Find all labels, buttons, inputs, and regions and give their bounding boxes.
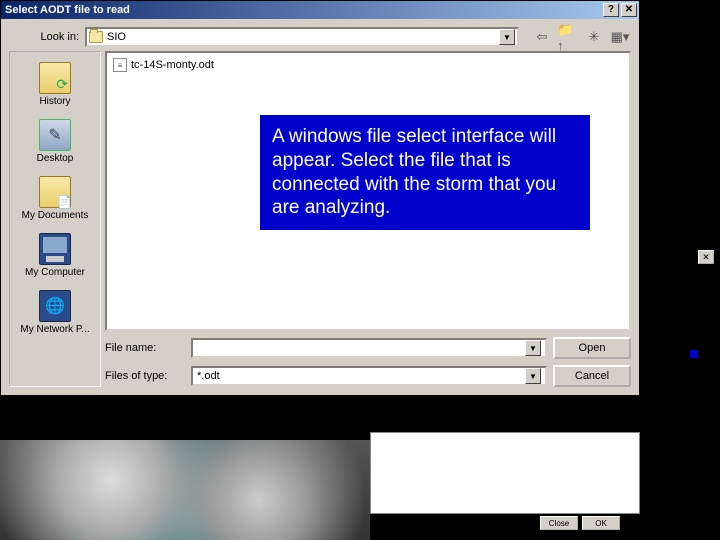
- place-desktop[interactable]: Desktop: [10, 113, 100, 170]
- filetype-value: *.odt: [197, 370, 525, 382]
- lookin-dropdown-icon[interactable]: ▼: [499, 29, 515, 45]
- secondary-buttons: Close OK: [540, 516, 620, 530]
- filename-label: File name:: [105, 342, 185, 354]
- network-places-icon: [39, 290, 71, 322]
- history-icon: [39, 62, 71, 94]
- secondary-close-button[interactable]: Close: [540, 516, 578, 530]
- filename-row: File name: ▼ Open: [105, 337, 631, 359]
- place-label: History: [39, 96, 70, 107]
- place-label: Desktop: [37, 153, 74, 164]
- satellite-image: [0, 440, 370, 540]
- back-button[interactable]: ⇦: [531, 27, 553, 47]
- lookin-combo[interactable]: SIO ▼: [85, 27, 519, 47]
- place-history[interactable]: History: [10, 56, 100, 113]
- up-one-level-button[interactable]: 📁↑: [557, 27, 579, 47]
- instruction-callout: A windows file select interface will app…: [260, 115, 590, 230]
- background-close-button[interactable]: ✕: [698, 250, 714, 264]
- place-label: My Documents: [22, 210, 89, 221]
- filetype-dropdown-icon[interactable]: ▼: [525, 368, 541, 384]
- desktop-icon: [39, 119, 71, 151]
- titlebar-title: Select AODT file to read: [3, 4, 601, 16]
- view-menu-button[interactable]: ▦▾: [609, 27, 631, 47]
- new-folder-button[interactable]: ✳: [583, 27, 605, 47]
- titlebar: Select AODT file to read ? ✕: [1, 1, 639, 19]
- secondary-panel: [370, 432, 640, 514]
- places-bar: History Desktop My Documents My Computer…: [9, 51, 101, 387]
- help-button[interactable]: ?: [603, 3, 619, 17]
- place-label: My Network P...: [20, 324, 89, 335]
- my-computer-icon: [39, 233, 71, 265]
- filename-input[interactable]: ▼: [191, 338, 547, 358]
- filetype-row: Files of type: *.odt ▼ Cancel: [105, 365, 631, 387]
- filetype-combo[interactable]: *.odt ▼: [191, 366, 547, 386]
- toolbar: ⇦ 📁↑ ✳ ▦▾: [531, 27, 631, 47]
- file-name: tc-14S-monty.odt: [131, 59, 214, 71]
- folder-icon: [89, 31, 103, 43]
- filename-dropdown-icon[interactable]: ▼: [525, 340, 541, 356]
- close-button[interactable]: ✕: [621, 3, 637, 17]
- lookin-value: SIO: [107, 31, 126, 43]
- background-panel: [640, 18, 720, 438]
- place-my-documents[interactable]: My Documents: [10, 170, 100, 227]
- file-item[interactable]: ≡ tc-14S-monty.odt: [111, 57, 625, 73]
- lookin-label: Look in:: [9, 31, 79, 43]
- my-documents-icon: [39, 176, 71, 208]
- place-label: My Computer: [25, 267, 85, 278]
- lookin-row: Look in: SIO ▼ ⇦ 📁↑ ✳ ▦▾: [1, 19, 639, 51]
- instruction-text: A windows file select interface will app…: [272, 125, 578, 220]
- secondary-ok-button[interactable]: OK: [582, 516, 620, 530]
- marker-square: [690, 350, 698, 358]
- filetype-label: Files of type:: [105, 370, 185, 382]
- place-my-network-places[interactable]: My Network P...: [10, 284, 100, 341]
- place-my-computer[interactable]: My Computer: [10, 227, 100, 284]
- file-icon: ≡: [113, 58, 127, 72]
- cancel-button[interactable]: Cancel: [553, 365, 631, 387]
- open-button[interactable]: Open: [553, 337, 631, 359]
